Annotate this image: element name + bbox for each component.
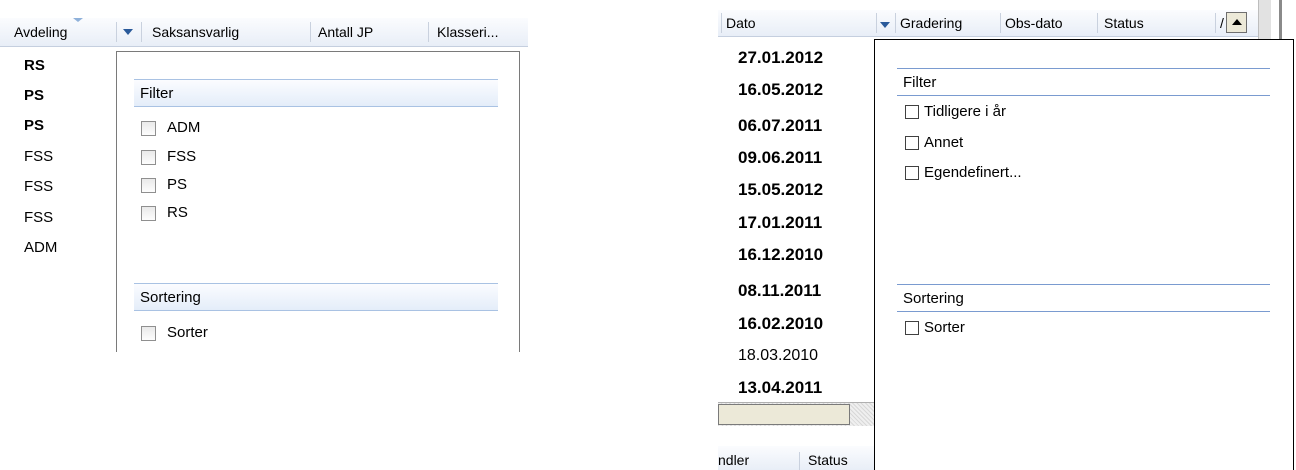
checkbox[interactable] [141, 121, 156, 136]
right-panel-frame: Dato Gradering Obs-dato Status / 27.01.2… [718, 0, 1296, 470]
checkbox-label: Tidligere i år [924, 103, 1006, 120]
column-header-dato[interactable]: Dato [726, 10, 756, 36]
column-separator[interactable] [895, 13, 896, 33]
column-header-saksansvarlig[interactable]: Saksansvarlig [152, 18, 239, 46]
checkbox[interactable] [141, 326, 156, 341]
right-column-header-bar: Dato Gradering Obs-dato Status / [718, 10, 1258, 37]
column-separator[interactable] [876, 13, 877, 33]
list-item[interactable]: 16.02.2010 [738, 309, 823, 339]
column-separator[interactable] [428, 22, 429, 42]
column-separator[interactable] [721, 13, 722, 33]
checkbox-label: Sorter [167, 324, 208, 341]
column-header-truncated[interactable]: / [1220, 10, 1224, 36]
column-header-gradering[interactable]: Gradering [900, 10, 962, 36]
checkbox-label: Sorter [924, 319, 965, 336]
checkbox-label: PS [167, 176, 188, 193]
list-item[interactable]: ADM [24, 233, 57, 263]
checkbox[interactable] [905, 136, 919, 150]
bottom-column-header-bar: ndler Status [718, 446, 878, 470]
filter-dropdown-arrow-icon[interactable] [123, 29, 133, 35]
column-header-antall-jp[interactable]: Antall JP [318, 18, 373, 46]
checkbox[interactable] [141, 178, 156, 193]
column-separator[interactable] [1000, 13, 1001, 33]
list-item[interactable]: 18.03.2010 [738, 341, 818, 371]
list-item[interactable]: 16.12.2010 [738, 240, 823, 270]
horizontal-scroll-thumb[interactable] [718, 404, 850, 425]
checkbox-label: Egendefinert... [924, 164, 1022, 181]
sort-section-header: Sortering [134, 283, 498, 311]
checkbox-label: FSS [167, 148, 197, 165]
list-item[interactable]: 15.05.2012 [738, 175, 823, 205]
column-separator[interactable] [1215, 13, 1216, 33]
list-item[interactable]: FSS [24, 142, 53, 172]
column-separator[interactable] [116, 22, 117, 42]
checkbox[interactable] [141, 206, 156, 221]
checkbox[interactable] [141, 150, 156, 165]
list-item[interactable]: 27.01.2012 [738, 43, 823, 73]
checkbox[interactable] [905, 105, 919, 119]
column-separator[interactable] [141, 22, 142, 42]
list-item[interactable]: 13.04.2011 [738, 373, 822, 403]
list-item[interactable]: 09.06.2011 [738, 143, 822, 173]
left-filter-dropdown: Filter ADM FSS PS RS Sortering Sorter [116, 51, 520, 352]
list-item[interactable]: FSS [24, 172, 53, 202]
column-header-status[interactable]: Status [808, 446, 848, 470]
list-item[interactable]: PS [24, 81, 44, 111]
column-header-status[interactable]: Status [1104, 10, 1144, 36]
list-item[interactable]: PS [24, 111, 44, 141]
checkbox[interactable] [905, 321, 919, 335]
right-filter-dropdown: Filter Tidligere i år Annet Egendefinert… [874, 39, 1294, 470]
list-item[interactable]: RS [24, 51, 45, 81]
sort-indicator-icon [73, 18, 83, 22]
list-item[interactable]: FSS [24, 203, 53, 233]
scroll-up-button[interactable] [1226, 12, 1247, 33]
column-separator[interactable] [799, 452, 800, 470]
filter-section-header: Filter [897, 68, 1270, 96]
horizontal-scrollbar[interactable] [718, 402, 878, 426]
sort-section-header: Sortering [897, 284, 1270, 312]
list-item[interactable]: 16.05.2012 [738, 75, 823, 105]
list-item[interactable]: 06.07.2011 [738, 111, 822, 141]
checkbox-label: Annet [924, 134, 964, 151]
filter-section-header: Filter [134, 79, 498, 107]
arrow-up-icon [1232, 19, 1242, 25]
left-column-header-bar: Avdeling Saksansvarlig Antall JP Klasser… [0, 18, 528, 47]
column-separator[interactable] [310, 22, 311, 42]
checkbox-label: RS [167, 204, 188, 221]
checkbox-label: ADM [167, 119, 201, 136]
filter-dropdown-arrow-icon[interactable] [880, 22, 890, 28]
list-item[interactable]: 17.01.2011 [738, 208, 822, 238]
column-header-avdeling[interactable]: Avdeling [14, 18, 67, 46]
checkbox[interactable] [905, 166, 919, 180]
list-item[interactable]: 08.11.2011 [738, 276, 821, 306]
column-header-klasseri[interactable]: Klasseri... [437, 18, 498, 46]
column-header-saksbehandler[interactable]: ndler [718, 446, 749, 470]
column-separator[interactable] [1097, 13, 1098, 33]
column-header-obs-dato[interactable]: Obs-dato [1005, 10, 1063, 36]
